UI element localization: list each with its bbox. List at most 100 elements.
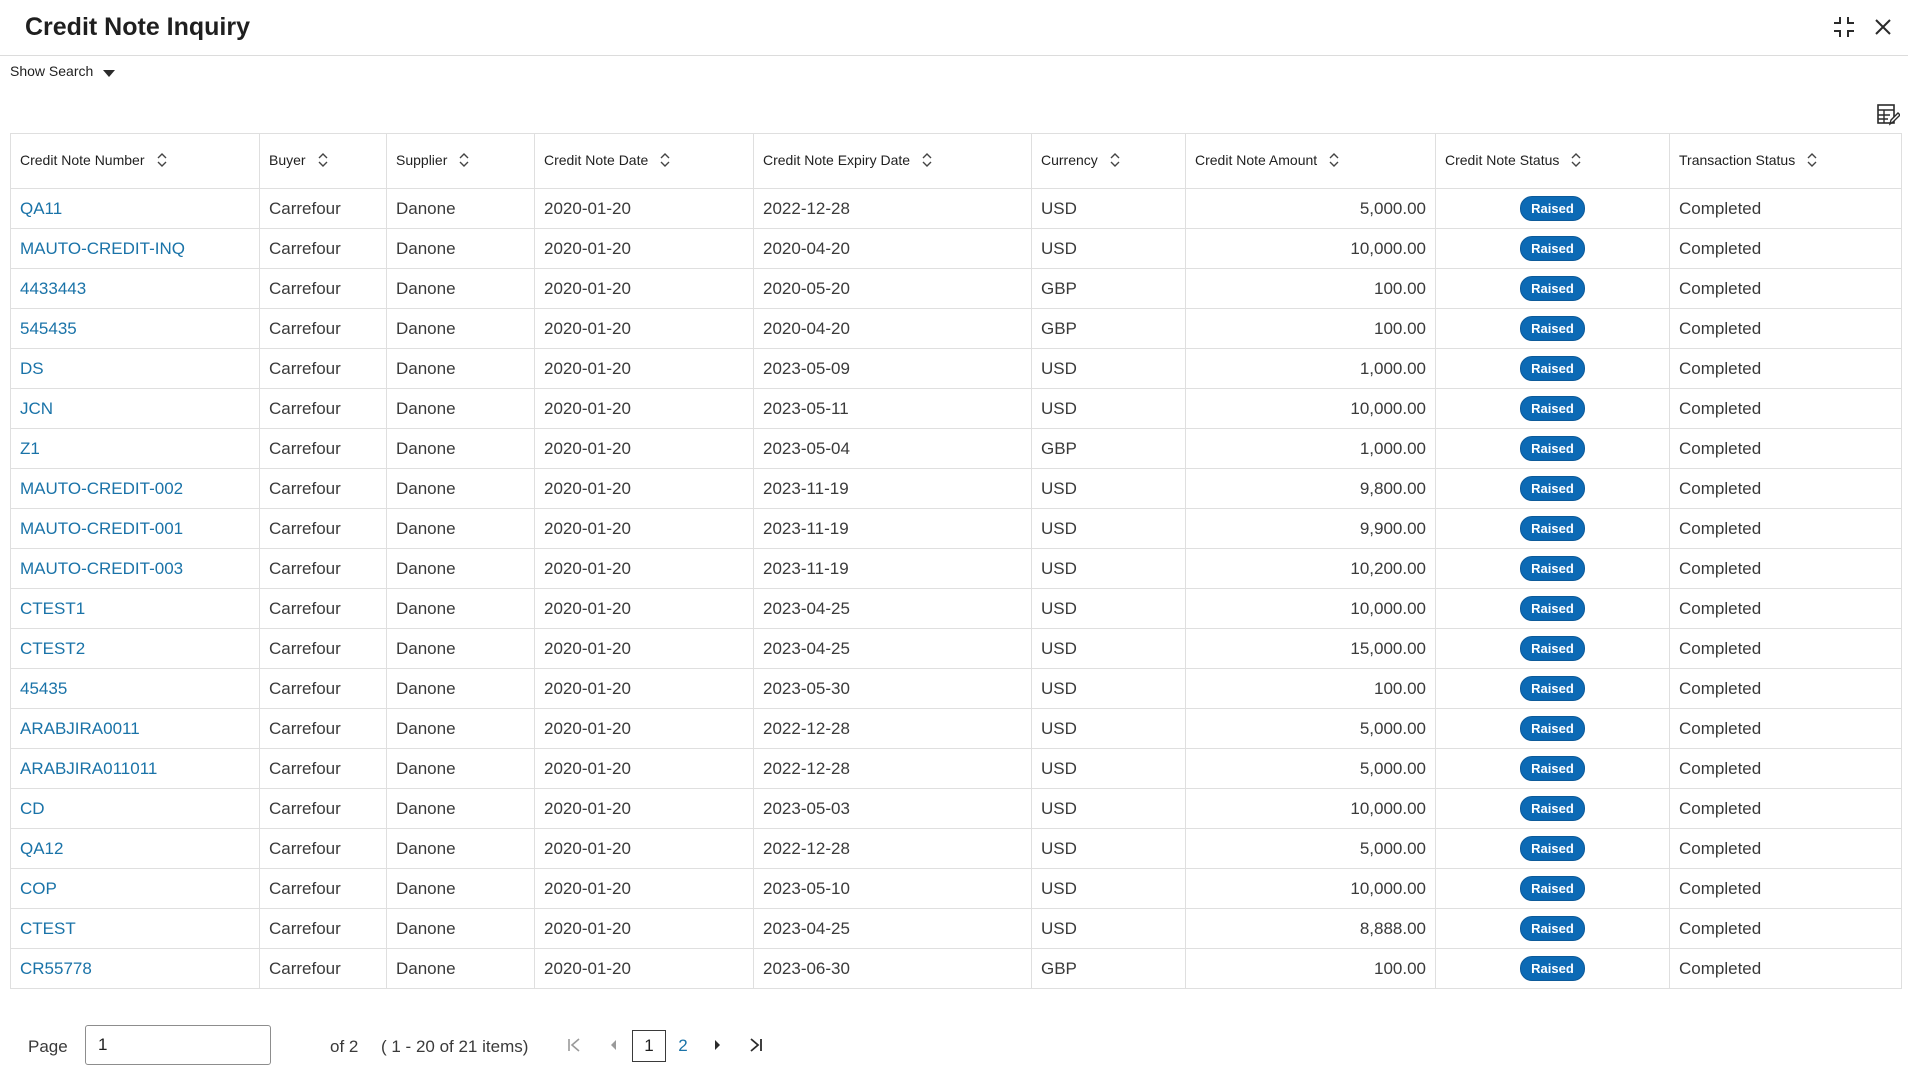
table-cell: Danone	[386, 348, 535, 389]
table-cell: Carrefour	[259, 228, 387, 269]
table-row[interactable]: MAUTO-CREDIT-002 Carrefour Danone 2020-01-2…	[10, 468, 1902, 509]
table-cell: 15,000.00	[1185, 628, 1436, 669]
column-header[interactable]: Credit Note Date	[534, 133, 754, 189]
table-cell: 10,000.00	[1185, 868, 1436, 909]
sort-button[interactable]	[1807, 152, 1817, 170]
table-row[interactable]: Z1 Carrefour Danone 2020-01-20 2023-05-04 GBP…	[10, 428, 1902, 469]
table-cell: 2020-01-20	[534, 948, 754, 989]
title-bar: Credit Note Inquiry	[0, 0, 1908, 56]
table-cell: MAUTO-CREDIT-002	[10, 468, 260, 509]
table-row[interactable]: CTEST2 Carrefour Danone 2020-01-20 2023-04-2…	[10, 628, 1902, 669]
credit-note-number-link[interactable]: MAUTO-CREDIT-INQ	[20, 239, 185, 258]
table-row[interactable]: DS Carrefour Danone 2020-01-20 2023-05-09 USD…	[10, 348, 1902, 389]
table-cell: 2020-01-20	[534, 868, 754, 909]
table-cell: Carrefour	[259, 428, 387, 469]
credit-note-number-link[interactable]: MAUTO-CREDIT-002	[20, 479, 183, 498]
credit-note-number-link[interactable]: QA12	[20, 839, 63, 858]
sort-button[interactable]	[459, 152, 469, 170]
table-row[interactable]: ARABJIRA011011 Carrefour Danone 2020-01-20 2…	[10, 748, 1902, 789]
table-cell: 545435	[10, 308, 260, 349]
table-row[interactable]: CD Carrefour Danone 2020-01-20 2023-05-03 USD…	[10, 788, 1902, 829]
sort-button[interactable]	[1329, 152, 1339, 170]
sort-button[interactable]	[922, 152, 932, 170]
table-cell: MAUTO-CREDIT-INQ	[10, 228, 260, 269]
table-cell: Raised	[1435, 708, 1670, 749]
table-row[interactable]: CR55778 Carrefour Danone 2020-01-20 2023-06-…	[10, 948, 1902, 989]
table-row[interactable]: QA11 Carrefour Danone 2020-01-20 2022-12-28 U…	[10, 188, 1902, 229]
sort-button[interactable]	[1110, 152, 1120, 170]
sort-button[interactable]	[660, 152, 670, 170]
credit-note-number-link[interactable]: CTEST	[20, 919, 76, 938]
table-cell: 2023-11-19	[753, 468, 1032, 509]
next-page-button[interactable]	[706, 1033, 730, 1057]
table-row[interactable]: COP Carrefour Danone 2020-01-20 2023-05-10 US…	[10, 868, 1902, 909]
table-cell: 2020-01-20	[534, 708, 754, 749]
table-row[interactable]: QA12 Carrefour Danone 2020-01-20 2022-12-28 U…	[10, 828, 1902, 869]
table-row[interactable]: CTEST1 Carrefour Danone 2020-01-20 2023-04-2…	[10, 588, 1902, 629]
table-row[interactable]: MAUTO-CREDIT-003 Carrefour Danone 2020-01-2…	[10, 548, 1902, 589]
credit-note-number-link[interactable]: MAUTO-CREDIT-001	[20, 519, 183, 538]
page-1-button[interactable]: 1	[632, 1030, 666, 1062]
credit-note-number-link[interactable]: MAUTO-CREDIT-003	[20, 559, 183, 578]
column-header[interactable]: Credit Note Number	[10, 133, 260, 189]
credit-note-table: Credit Note Number Buyer Supplier Credit No…	[10, 133, 1902, 989]
table-cell: 100.00	[1185, 308, 1436, 349]
column-header[interactable]: Credit Note Amount	[1185, 133, 1436, 189]
table-cell: 2020-01-20	[534, 388, 754, 429]
credit-note-number-link[interactable]: DS	[20, 359, 44, 378]
credit-note-number-link[interactable]: CR55778	[20, 959, 92, 978]
sort-button[interactable]	[1571, 152, 1581, 170]
table-row[interactable]: 545435 Carrefour Danone 2020-01-20 2020-04-2…	[10, 308, 1902, 349]
minimize-button[interactable]	[1829, 12, 1859, 42]
table-cell: 2023-06-30	[753, 948, 1032, 989]
column-header[interactable]: Credit Note Status	[1435, 133, 1670, 189]
status-badge: Raised	[1520, 796, 1585, 821]
credit-note-number-link[interactable]: 4433443	[20, 279, 86, 298]
credit-note-number-link[interactable]: Z1	[20, 439, 40, 458]
table-row[interactable]: CTEST Carrefour Danone 2020-01-20 2023-04-25…	[10, 908, 1902, 949]
table-row[interactable]: 4433443 Carrefour Danone 2020-01-20 2020-05-…	[10, 268, 1902, 309]
table-cell: USD	[1031, 468, 1186, 509]
table-cell: 5,000.00	[1185, 748, 1436, 789]
sort-icon	[1329, 152, 1339, 167]
credit-note-number-link[interactable]: COP	[20, 879, 57, 898]
table-row[interactable]: 45435 Carrefour Danone 2020-01-20 2023-05-30…	[10, 668, 1902, 709]
sort-button[interactable]	[318, 152, 328, 170]
column-header[interactable]: Transaction Status	[1669, 133, 1902, 189]
column-header[interactable]: Buyer	[259, 133, 387, 189]
caret-down-icon	[103, 70, 116, 77]
credit-note-number-link[interactable]: 45435	[20, 679, 67, 698]
credit-note-number-link[interactable]: ARABJIRA011011	[20, 759, 157, 778]
table-row[interactable]: JCN Carrefour Danone 2020-01-20 2023-05-11 US…	[10, 388, 1902, 429]
table-cell: 2020-01-20	[534, 628, 754, 669]
column-settings-button[interactable]	[1876, 103, 1902, 129]
table-row[interactable]: ARABJIRA0011 Carrefour Danone 2020-01-20 202…	[10, 708, 1902, 749]
column-header[interactable]: Supplier	[386, 133, 535, 189]
table-cell: Carrefour	[259, 188, 387, 229]
last-page-button[interactable]	[744, 1033, 768, 1057]
page-2-button[interactable]: 2	[673, 1030, 693, 1062]
credit-note-number-link[interactable]: ARABJIRA0011	[20, 719, 140, 738]
credit-note-number-link[interactable]: CD	[20, 799, 45, 818]
credit-note-number-link[interactable]: 545435	[20, 319, 77, 338]
credit-note-number-link[interactable]: QA11	[20, 199, 62, 218]
previous-page-button[interactable]	[601, 1033, 625, 1057]
close-button[interactable]	[1868, 12, 1898, 42]
table-cell: Raised	[1435, 188, 1670, 229]
show-search-toggle[interactable]: Show Search	[10, 63, 116, 79]
table-cell: 45435	[10, 668, 260, 709]
credit-note-number-link[interactable]: JCN	[20, 399, 53, 418]
credit-note-number-link[interactable]: CTEST2	[20, 639, 85, 658]
table-cell: 5,000.00	[1185, 708, 1436, 749]
table-row[interactable]: MAUTO-CREDIT-INQ Carrefour Danone 2020-01-2…	[10, 228, 1902, 269]
first-page-button[interactable]	[562, 1033, 586, 1057]
status-badge: Raised	[1520, 516, 1585, 541]
sort-button[interactable]	[157, 152, 167, 170]
table-row[interactable]: MAUTO-CREDIT-001 Carrefour Danone 2020-01-2…	[10, 508, 1902, 549]
table-cell: Raised	[1435, 868, 1670, 909]
first-page-icon	[568, 1038, 580, 1052]
column-header[interactable]: Currency	[1031, 133, 1186, 189]
page-number-input[interactable]	[85, 1025, 271, 1065]
credit-note-number-link[interactable]: CTEST1	[20, 599, 85, 618]
column-header[interactable]: Credit Note Expiry Date	[753, 133, 1032, 189]
